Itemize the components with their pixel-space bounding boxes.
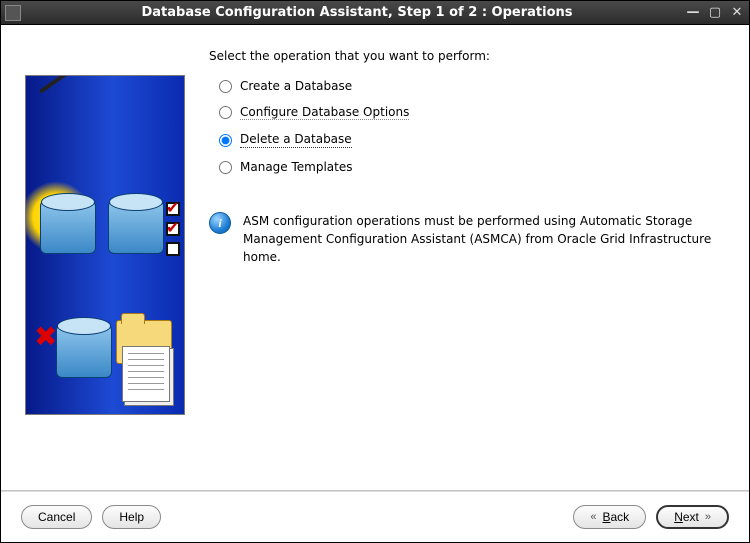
close-icon[interactable]: ✕	[729, 5, 745, 21]
radio-input-templates[interactable]	[219, 161, 232, 174]
dbca-window: Database Configuration Assistant, Step 1…	[0, 0, 750, 543]
next-label: Next	[674, 510, 699, 524]
radio-label-configure[interactable]: Configure Database Options	[240, 105, 409, 120]
main-panel: Select the operation that you want to pe…	[185, 49, 721, 482]
radio-label-create[interactable]: Create a Database	[240, 79, 352, 93]
maximize-icon[interactable]: ▢	[707, 5, 723, 21]
app-icon	[5, 5, 21, 21]
radio-input-delete[interactable]	[219, 134, 232, 147]
back-button[interactable]: « Back	[573, 505, 646, 529]
next-button[interactable]: Next »	[656, 505, 729, 529]
radio-label-templates[interactable]: Manage Templates	[240, 160, 353, 174]
back-label: Back	[602, 510, 629, 524]
titlebar: Database Configuration Assistant, Step 1…	[1, 1, 749, 25]
radio-label-delete[interactable]: Delete a Database	[240, 132, 352, 148]
info-icon: i	[209, 212, 231, 234]
operation-radio-group: Create a Database Configure Database Opt…	[219, 79, 721, 174]
radio-input-create[interactable]	[219, 80, 232, 93]
radio-manage-templates[interactable]: Manage Templates	[219, 160, 721, 174]
help-button[interactable]: Help	[102, 505, 161, 529]
minimize-icon[interactable]: —	[685, 5, 701, 21]
operation-heading: Select the operation that you want to pe…	[209, 49, 721, 63]
help-label: Help	[119, 510, 144, 524]
window-title: Database Configuration Assistant, Step 1…	[29, 5, 685, 20]
radio-configure-options[interactable]: Configure Database Options	[219, 105, 721, 120]
cancel-button[interactable]: Cancel	[21, 505, 92, 529]
chevron-left-icon: «	[590, 511, 596, 523]
info-row: i ASM configuration operations must be p…	[209, 212, 721, 266]
radio-create-database[interactable]: Create a Database	[219, 79, 721, 93]
wizard-side-graphic: ✖	[25, 75, 185, 415]
info-text: ASM configuration operations must be per…	[243, 212, 721, 266]
content-area: ✖ Select the operation that you want to …	[1, 25, 749, 490]
window-controls: — ▢ ✕	[685, 5, 745, 21]
radio-delete-database[interactable]: Delete a Database	[219, 132, 721, 148]
chevron-right-icon: »	[705, 511, 711, 523]
cancel-label: Cancel	[38, 510, 75, 524]
radio-input-configure[interactable]	[219, 106, 232, 119]
footer: Cancel Help « Back Next »	[1, 492, 749, 542]
